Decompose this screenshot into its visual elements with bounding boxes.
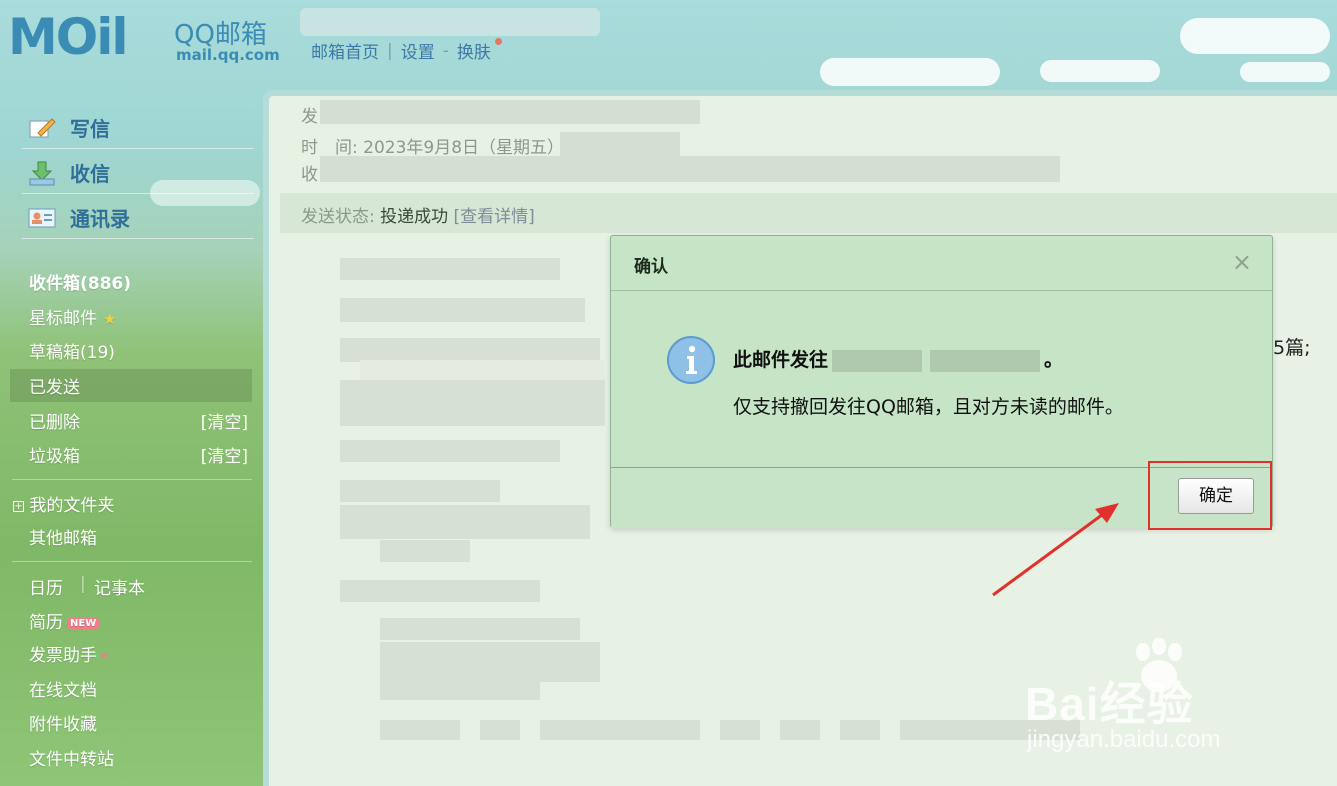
new-badge: NEW	[67, 618, 100, 629]
folder-drafts[interactable]: 草稿箱(19)	[29, 338, 115, 363]
divider	[12, 479, 252, 480]
time-label: 时 间:	[301, 138, 358, 158]
empty-spam-link[interactable]: [清空]	[201, 442, 248, 467]
blurred-time	[560, 132, 680, 156]
app-invoice[interactable]: 发票助手	[29, 641, 107, 666]
receive-label: 收信	[70, 162, 110, 186]
receive-button[interactable]: 收信	[28, 158, 110, 187]
folder-sent[interactable]: 已发送	[29, 373, 80, 398]
download-icon	[28, 160, 56, 186]
compose-label: 写信	[70, 117, 110, 141]
dialog-message-bold-end: 。	[1044, 349, 1064, 371]
cloud-decoration	[1240, 62, 1330, 82]
divider	[22, 193, 254, 194]
folder-starred[interactable]: 星标邮件 ★	[29, 304, 116, 329]
dialog-divider	[611, 290, 1272, 291]
red-highlight-box	[1148, 461, 1272, 530]
cloud-decoration	[1040, 60, 1160, 82]
watermark-brand: Bai经验	[1025, 678, 1194, 730]
red-arrow-annotation	[992, 503, 1119, 597]
status-label: 发送状态:	[301, 207, 375, 227]
app-resume[interactable]: 简历 NEW	[29, 608, 100, 633]
star-icon: ★	[103, 310, 117, 328]
send-status: 发送状态: 投递成功 [查看详情]	[301, 202, 535, 227]
folder-my-folders-label: 我的文件夹	[29, 496, 115, 516]
nav-home-link[interactable]: 邮箱首页	[311, 38, 379, 63]
dialog-message-bold: 此邮件发往 。	[733, 345, 1063, 372]
dialog-message-bold-start: 此邮件发往	[733, 349, 829, 371]
compose-button[interactable]: 写信	[28, 113, 110, 142]
close-icon[interactable]: ×	[1232, 250, 1252, 274]
contacts-button[interactable]: 通讯录	[28, 203, 130, 232]
contacts-label: 通讯录	[70, 207, 130, 231]
divider	[22, 148, 254, 149]
view-details-link[interactable]: [查看详情]	[454, 207, 535, 227]
notification-dot	[494, 38, 502, 45]
folder-starred-label: 星标邮件	[29, 309, 97, 329]
logo-domain: mail.qq.com	[176, 46, 280, 64]
blurred-recipient	[930, 349, 1041, 372]
cloud-decoration	[820, 58, 1000, 86]
folder-my-folders[interactable]: + 我的文件夹	[13, 491, 114, 516]
app-transfer[interactable]: 文件中转站	[29, 745, 114, 770]
status-value: 投递成功	[380, 207, 449, 227]
divider	[22, 238, 254, 239]
to-label: 收	[301, 165, 318, 185]
notification-dot	[102, 653, 107, 658]
nav-separator: |	[387, 40, 393, 61]
app-notes[interactable]: 记事本	[94, 574, 145, 599]
separator: |	[80, 574, 86, 594]
qqmail-logo[interactable]: MOil QQ邮箱 mail.qq.com	[8, 6, 308, 68]
divider	[12, 561, 252, 562]
watermark-url: jingyan.baidu.com	[1027, 726, 1221, 753]
pencil-icon	[28, 115, 56, 141]
nav-separator: -	[442, 40, 449, 61]
app-docs[interactable]: 在线文档	[29, 676, 97, 701]
cloud-decoration	[1180, 18, 1330, 54]
sidebar: 写信 收信 通讯录 收件箱(886) 星标邮件 ★ 草稿箱(19) 已发送 已删除…	[0, 95, 262, 786]
blurred-recipients	[320, 156, 1060, 182]
logo-wordmark: MOil	[8, 8, 129, 66]
folder-inbox[interactable]: 收件箱(886)	[29, 269, 131, 294]
dialog-message: 仅支持撤回发往QQ邮箱，且对方未读的邮件。	[733, 396, 1124, 418]
blurred-account-name	[300, 8, 600, 36]
baidu-jingyan-watermark: Bai经验 jingyan.baidu.com	[1025, 638, 1337, 758]
nav-skin-link[interactable]: 换肤	[457, 38, 491, 63]
expand-icon[interactable]: +	[13, 501, 24, 512]
folder-other-mailboxes[interactable]: 其他邮箱	[29, 524, 97, 549]
time-value: 2023年9月8日（星期五）	[363, 138, 565, 158]
folder-deleted[interactable]: 已删除	[29, 408, 80, 433]
from-label: 发	[301, 107, 318, 127]
blurred-recipient	[832, 349, 923, 372]
nav-settings-link[interactable]: 设置	[401, 38, 435, 63]
dialog-title: 确认	[634, 257, 668, 277]
info-icon	[667, 336, 715, 384]
blurred-sender	[320, 100, 700, 124]
time-row: 时 间: 2023年9月8日（星期五）	[301, 133, 564, 158]
top-nav: 邮箱首页 | 设置 - 换肤	[311, 38, 506, 63]
app-resume-label: 简历	[29, 613, 63, 633]
contacts-icon	[28, 205, 56, 231]
empty-deleted-link[interactable]: [清空]	[201, 408, 248, 433]
folder-spam[interactable]: 垃圾箱	[29, 442, 80, 467]
app-calendar[interactable]: 日历	[29, 574, 63, 599]
app-attachments[interactable]: 附件收藏	[29, 710, 97, 735]
app-invoice-label: 发票助手	[29, 646, 97, 666]
